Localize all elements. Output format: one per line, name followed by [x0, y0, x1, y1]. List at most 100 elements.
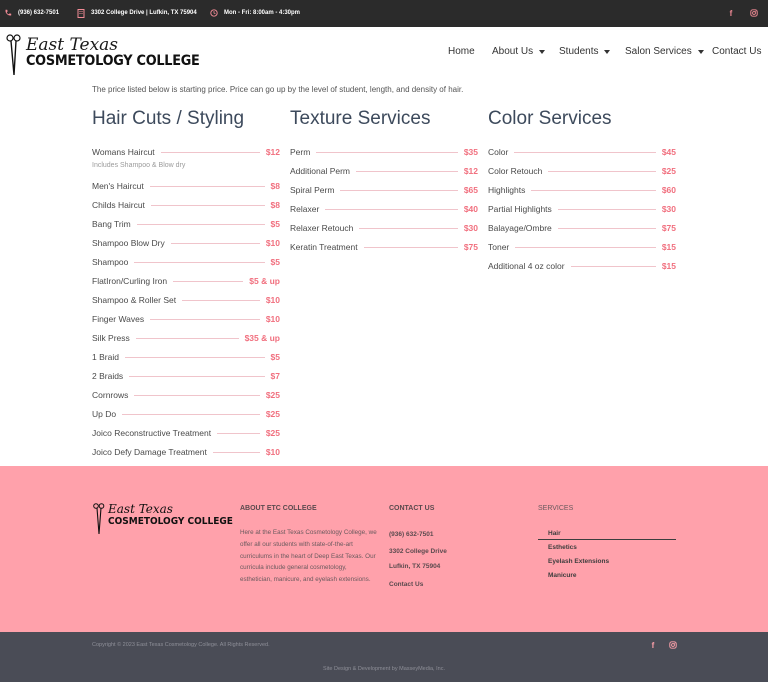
nav-about[interactable]: About Us: [492, 46, 546, 57]
row-divider: [531, 189, 656, 191]
clock-icon: [210, 9, 218, 17]
chevron-down-icon: [539, 49, 546, 54]
footer-service-eyelash[interactable]: Eyelash Extensions: [548, 558, 609, 565]
service-name: 2 Braids: [92, 370, 130, 381]
row-divider: [316, 151, 458, 153]
nav-home-label: Home: [448, 46, 475, 57]
site-credit-text[interactable]: Site Design & Development by MasseyMedia…: [0, 666, 768, 672]
price-row: Balayage/Ombre $75: [488, 218, 676, 237]
footer-service-hair[interactable]: Hair: [548, 530, 561, 537]
instagram-icon[interactable]: [668, 640, 678, 650]
service-name: Men's Haircut: [92, 180, 150, 191]
service-name: Silk Press: [92, 332, 136, 343]
instagram-icon[interactable]: [749, 8, 759, 18]
price-row: Color $45: [488, 142, 676, 161]
nav-students[interactable]: Students: [559, 46, 611, 57]
nav-students-label: Students: [559, 46, 599, 57]
row-divider: [217, 432, 260, 434]
nav-home[interactable]: Home: [448, 46, 475, 57]
site-logo[interactable]: East Texas COSMETOLOGY COLLEGE: [4, 31, 200, 76]
scissors-icon: [6, 34, 21, 76]
topbar-phone[interactable]: (936) 632-7501: [4, 9, 59, 17]
footer-service-manicure[interactable]: Manicure: [548, 572, 577, 579]
haircuts-heading: Hair Cuts / Styling: [92, 108, 245, 129]
service-name: Childs Haircut: [92, 199, 151, 210]
scissors-icon: [93, 503, 105, 535]
footer-phone-link[interactable]: (936) 632-7501: [389, 531, 433, 538]
row-divider: [340, 189, 458, 191]
service-name: Womans Haircut: [92, 146, 161, 157]
service-name: Relaxer: [290, 203, 326, 214]
footer-logo-block: COSMETOLOGY COLLEGE: [108, 516, 233, 527]
service-name: Balayage/Ombre: [488, 222, 558, 233]
building-icon: [77, 8, 85, 18]
row-divider: [170, 242, 260, 244]
nav-contact[interactable]: Contact Us: [712, 46, 761, 57]
price-row: Childs Haircut $8: [92, 195, 280, 214]
nav-contact-label: Contact Us: [712, 46, 762, 57]
footer-logo[interactable]: East Texas COSMETOLOGY COLLEGE: [92, 502, 233, 536]
service-price: $12: [265, 146, 280, 157]
service-price: $25: [265, 408, 280, 419]
texture-heading: Texture Services: [290, 108, 431, 129]
service-price: $5 & up: [249, 275, 280, 286]
service-price: $5: [270, 256, 280, 267]
service-price: $60: [661, 184, 676, 195]
service-name: Perm: [290, 146, 317, 157]
row-divider: [182, 299, 260, 301]
topbar-address[interactable]: 3302 College Drive | Lufkin, TX 75904: [77, 8, 197, 18]
service-price: $15: [661, 260, 676, 271]
price-row: FlatIron/Curling Iron $5 & up: [92, 271, 280, 290]
row-divider: [150, 318, 260, 320]
price-row: Womans Haircut $12: [92, 142, 280, 161]
service-name: 1 Braid: [92, 351, 125, 362]
service-price: $8: [270, 180, 280, 191]
row-divider: [150, 204, 265, 206]
price-row: Shampoo Blow Dry $10: [92, 233, 280, 252]
row-divider: [557, 227, 656, 229]
service-name: Shampoo & Roller Set: [92, 294, 183, 305]
nav-salon-services[interactable]: Salon Services: [625, 46, 704, 57]
copyright-text: Copyright © 2023 East Texas Cosmetology …: [92, 642, 270, 648]
price-row: 1 Braid $5: [92, 347, 280, 366]
footer-logo-script: East Texas: [108, 502, 173, 516]
service-price: $12: [463, 165, 478, 176]
footer-about-text: Here at the East Texas Cosmetology Colle…: [240, 529, 377, 584]
service-name: Additional Perm: [290, 165, 357, 176]
footer-about-heading: ABOUT ETC COLLEGE: [240, 505, 317, 512]
row-divider: [134, 261, 265, 263]
row-divider: [363, 246, 458, 248]
row-divider: [557, 208, 656, 210]
price-row: Color Retouch $25: [488, 161, 676, 180]
service-price: $5: [270, 218, 280, 229]
topbar-phone-text: (936) 632-7501: [18, 10, 60, 16]
service-price: $10: [265, 313, 280, 324]
nav-about-label: About Us: [492, 46, 534, 57]
service-price: $25: [265, 389, 280, 400]
service-price: $15: [661, 241, 676, 252]
row-divider: [356, 170, 458, 172]
service-name: Toner: [488, 241, 516, 252]
color-heading: Color Services: [488, 108, 612, 129]
service-name: Cornrows: [92, 389, 135, 400]
facebook-icon[interactable]: f: [726, 8, 736, 18]
service-price: $35 & up: [244, 332, 280, 343]
service-name: Bang Trim: [92, 218, 137, 229]
price-row: Highlights $60: [488, 180, 676, 199]
price-intro-text: The price listed below is starting price…: [92, 85, 464, 94]
price-row: Men's Haircut $8: [92, 176, 280, 195]
row-divider: [134, 394, 260, 396]
price-row: 2 Braids $7: [92, 366, 280, 385]
row-divider: [136, 223, 265, 225]
row-divider: [135, 337, 239, 339]
service-name: Joico Defy Damage Treatment: [92, 446, 213, 457]
service-price: $30: [463, 222, 478, 233]
row-divider: [129, 375, 265, 377]
facebook-icon[interactable]: f: [648, 640, 658, 650]
service-price: $40: [463, 203, 478, 214]
footer-service-esthetics[interactable]: Esthetics: [548, 544, 577, 551]
price-row: Shampoo & Roller Set $10: [92, 290, 280, 309]
footer-contact-link[interactable]: Contact Us: [389, 581, 423, 588]
phone-icon: [4, 9, 12, 17]
service-name: Additional 4 oz color: [488, 260, 571, 271]
